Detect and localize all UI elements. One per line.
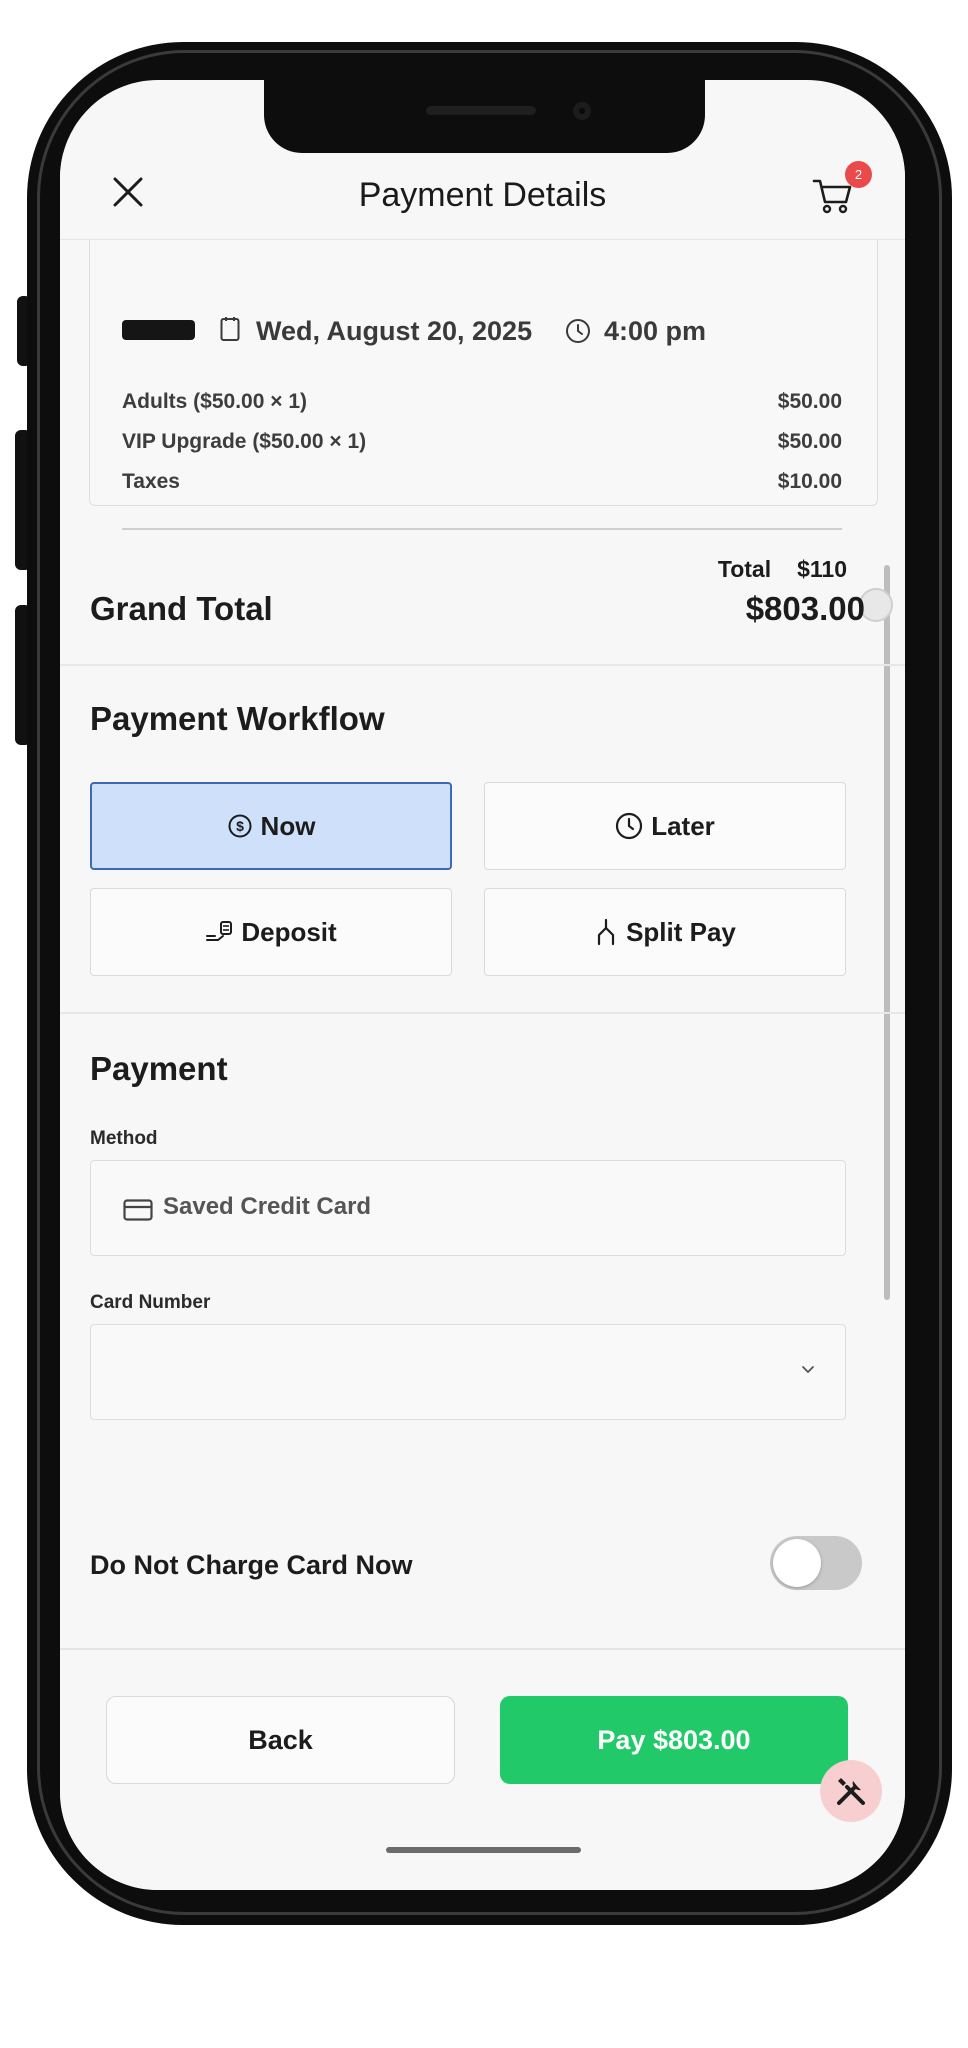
grand-total-label: Grand Total	[90, 590, 273, 627]
back-button[interactable]: Back	[106, 1696, 455, 1784]
workflow-option-label: Split Pay	[626, 916, 736, 947]
do-not-charge-toggle[interactable]	[770, 1536, 862, 1590]
dollar-circle-icon: $	[228, 814, 252, 838]
grand-total-value: $803.00	[745, 590, 865, 627]
pay-button[interactable]: Pay $803.00	[500, 1696, 848, 1784]
booking-time: 4:00 pm	[604, 316, 707, 346]
workflow-now-button[interactable]: $ Now	[90, 782, 452, 870]
workflow-later-button[interactable]: Later	[484, 782, 846, 870]
tools-icon	[837, 1778, 865, 1805]
summary-divider	[122, 528, 842, 530]
line-item-label: VIP Upgrade ($50.00 × 1)	[122, 430, 367, 453]
home-indicator[interactable]	[386, 1847, 581, 1853]
clock-icon	[616, 812, 643, 840]
line-item-label: Taxes	[122, 470, 180, 493]
svg-text:$: $	[236, 818, 244, 834]
workflow-option-label: Later	[651, 810, 715, 841]
front-camera	[573, 102, 591, 120]
line-item-amount: $50.00	[777, 430, 842, 453]
cart-count-badge: 2	[845, 161, 872, 188]
top-app-bar: Payment Details 2	[60, 153, 905, 240]
total-value: $110	[797, 556, 847, 582]
payment-method-value: Saved Credit Card	[163, 1193, 372, 1220]
clock-icon	[566, 319, 590, 343]
deposit-icon	[206, 921, 233, 941]
total-label: Total	[717, 556, 772, 582]
workflow-deposit-button[interactable]: Deposit	[90, 888, 452, 976]
event-thumbnail	[122, 320, 195, 340]
method-label: Method	[90, 1128, 158, 1149]
booking-date: Wed, August 20, 2025	[256, 316, 533, 346]
toggle-thumb	[773, 1539, 821, 1587]
credit-card-icon	[123, 1199, 153, 1221]
booking-total: Total $110	[718, 556, 847, 583]
chevron-down-icon	[802, 1366, 814, 1373]
scrollbar[interactable]	[884, 565, 890, 1300]
section-divider	[60, 664, 905, 666]
card-number-label: Card Number	[90, 1292, 211, 1313]
line-item-amount: $50.00	[777, 390, 842, 413]
payment-section-title: Payment	[90, 1050, 228, 1087]
booking-summary-card: Wed, August 20, 2025 4:00 pm Adults ($50…	[89, 220, 878, 582]
speaker-grille	[426, 106, 536, 115]
bottom-action-bar: Back Pay $803.00	[60, 1648, 905, 1890]
do-not-charge-label: Do Not Charge Card Now	[90, 1550, 413, 1580]
page-title: Payment Details	[358, 176, 607, 214]
calendar-icon	[220, 317, 240, 341]
app-screen: Wed, August 20, 2025 4:00 pm Adults ($50…	[60, 80, 905, 1890]
card-number-select[interactable]	[90, 1324, 846, 1420]
split-pay-icon	[597, 918, 615, 946]
section-divider	[60, 1012, 905, 1014]
workflow-split-pay-button[interactable]: Split Pay	[484, 888, 846, 976]
workflow-option-label: Now	[260, 810, 316, 841]
workflow-option-label: Deposit	[241, 916, 337, 947]
payment-method-select[interactable]: Saved Credit Card	[90, 1160, 846, 1256]
line-item-label: Adults ($50.00 × 1)	[122, 390, 307, 413]
tools-button[interactable]	[820, 1760, 882, 1822]
line-item-amount: $10.00	[777, 470, 842, 493]
payment-workflow-title: Payment Workflow	[90, 700, 385, 737]
phone-notch	[264, 80, 705, 153]
